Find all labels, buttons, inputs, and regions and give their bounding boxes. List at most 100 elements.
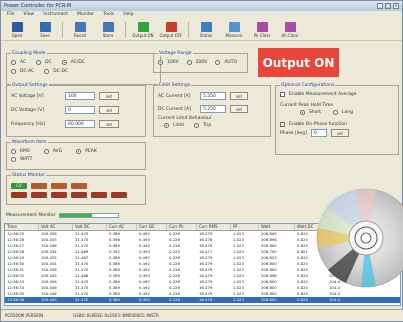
- frequency-input[interactable]: 60.000: [65, 120, 95, 128]
- dc-voltage-input[interactable]: 0: [65, 106, 95, 114]
- column-header[interactable]: Time: [5, 224, 39, 230]
- column-header[interactable]: Curr Pk: [167, 224, 197, 230]
- dc-current-set-button[interactable]: set: [230, 105, 248, 113]
- close-button[interactable]: ×: [393, 3, 399, 9]
- peak-radio[interactable]: PEAK: [76, 149, 97, 154]
- column-header[interactable]: PF: [231, 224, 259, 230]
- table-cell: 0.492: [139, 297, 150, 302]
- ac-voltage-set-button[interactable]: set: [99, 92, 119, 100]
- ac-current-set-button[interactable]: set: [230, 92, 248, 100]
- maximize-button[interactable]: □: [385, 3, 391, 9]
- radio-icon: [36, 60, 42, 65]
- dc-current-input[interactable]: 5.250: [200, 105, 226, 113]
- limit-settings-label: Limit Settings: [158, 83, 192, 88]
- coupling-dcac-radio[interactable]: DC-AC: [11, 69, 34, 74]
- ac-voltage-input[interactable]: 100: [65, 92, 95, 100]
- coupling-dcdc-radio[interactable]: DC-DC: [44, 69, 68, 74]
- menu-help[interactable]: Help: [123, 12, 133, 18]
- measure-icon: [228, 21, 240, 32]
- trip-radio[interactable]: Trip: [194, 123, 211, 128]
- limit-radio[interactable]: Limit: [164, 123, 184, 128]
- menu-monitor[interactable]: Monitor: [77, 12, 94, 18]
- toolbar-button-8[interactable]: Pk Clear: [249, 20, 275, 40]
- toolbar-button-2[interactable]: Recall: [67, 20, 93, 40]
- long-radio[interactable]: Long: [333, 110, 353, 115]
- avg-radio[interactable]: AVG: [43, 149, 62, 154]
- phase-input[interactable]: 0: [310, 129, 327, 137]
- toolbar-button-5[interactable]: Output OFF: [158, 20, 184, 40]
- status-led: [71, 183, 87, 189]
- coupling-mode-label: Coupling Mode: [11, 51, 47, 56]
- menu-tools[interactable]: Tools: [103, 12, 114, 18]
- status-led: CV: [11, 183, 27, 189]
- radio-icon: [11, 69, 16, 74]
- status-led: [51, 192, 67, 198]
- coupling-dc-radio[interactable]: DC: [36, 60, 52, 65]
- radio-selected-icon: [76, 149, 82, 154]
- column-header[interactable]: Volt AC: [39, 224, 73, 230]
- toolbar-label: Store: [102, 32, 114, 38]
- radio-selected-icon: [158, 60, 163, 65]
- status-bar: PCR500M VERSION USB0::0x0B3E::0x1003::NM…: [1, 309, 403, 321]
- dc-voltage-set-button[interactable]: set: [99, 106, 119, 114]
- toolbar-label: Output ON: [132, 32, 154, 38]
- ac-current-input[interactable]: 5.250: [200, 92, 226, 100]
- phase-set-button[interactable]: set: [330, 129, 349, 137]
- voltage-range-label: Voltage Range: [158, 51, 193, 56]
- watt-radio[interactable]: WATT: [11, 157, 32, 162]
- status-led: [91, 192, 107, 198]
- optional-config-group: Optional Configurations Enable Measureme…: [275, 83, 399, 155]
- toolbar-button-6[interactable]: Status: [193, 20, 219, 40]
- radio-icon: [11, 60, 16, 65]
- short-radio[interactable]: Short: [300, 110, 321, 115]
- toolbar-button-7[interactable]: Measure: [221, 20, 247, 40]
- table-cell: 21.470: [75, 297, 89, 302]
- radio-icon: [11, 149, 16, 154]
- coupling-dc-label: DC: [45, 60, 52, 65]
- column-header[interactable]: Watt: [259, 224, 295, 230]
- toolbar-button-1[interactable]: Save: [32, 20, 58, 40]
- range-auto-radio[interactable]: AUTO: [215, 60, 237, 65]
- radio-icon: [11, 157, 16, 162]
- measurement-progress-bar: [59, 213, 120, 218]
- toolbar-button-9[interactable]: Ah Clear: [277, 20, 303, 40]
- limit-radio-label: Limit: [173, 123, 185, 128]
- range-100v-radio[interactable]: 100V: [158, 60, 179, 65]
- table-cell: 12:56:36: [7, 297, 25, 302]
- range-100v-label: 100V: [167, 60, 179, 65]
- frequency-set-button[interactable]: set: [99, 120, 119, 128]
- status-led: [51, 183, 67, 189]
- rms-radio[interactable]: RMS: [11, 149, 30, 154]
- range-200v-radio[interactable]: 200V: [186, 60, 207, 65]
- coupling-acdc-radio[interactable]: AC/DC: [61, 60, 85, 65]
- toolbar-button-3[interactable]: Store: [95, 20, 121, 40]
- measurement-average-checkbox[interactable]: [280, 92, 285, 97]
- rms-radio-label: RMS: [20, 149, 30, 154]
- column-header[interactable]: Curr AC: [107, 224, 137, 230]
- range-auto-label: AUTO: [224, 60, 238, 65]
- minimize-button[interactable]: _: [377, 3, 383, 9]
- coupling-dcdc-label: DC-DC: [53, 69, 69, 74]
- menu-file[interactable]: File: [7, 12, 15, 18]
- column-header[interactable]: Curr DC: [137, 224, 167, 230]
- pk-clear-icon: [256, 21, 268, 32]
- on-phase-checkbox[interactable]: [280, 122, 285, 127]
- toolbar-button-4[interactable]: Output ON: [130, 20, 156, 40]
- ac-voltage-label: AC Voltage [V]: [11, 93, 44, 99]
- toolbar-label: Measure: [225, 32, 243, 38]
- column-header[interactable]: Curr RMS: [197, 224, 231, 230]
- radio-selected-icon: [164, 123, 169, 128]
- menu-instrument[interactable]: Instrument: [43, 12, 68, 18]
- status-led: [31, 183, 47, 189]
- output-status-indicator: Output ON: [258, 48, 339, 77]
- toolbar-button-0[interactable]: Open: [4, 20, 30, 40]
- status-led: [11, 192, 27, 198]
- table-cell: 1.023: [233, 297, 244, 302]
- menu-view[interactable]: View: [24, 12, 35, 18]
- table-row[interactable]: 12:56:36 100.445 21.470 0.389 0.492 0.228 16.4…: [5, 297, 400, 303]
- column-header[interactable]: Volt DC: [73, 224, 107, 230]
- toolbar-label: Recall: [74, 32, 86, 38]
- coupling-ac-radio[interactable]: AC: [11, 60, 26, 65]
- coupling-ac-label: AC: [20, 60, 27, 65]
- status-led: [31, 192, 47, 198]
